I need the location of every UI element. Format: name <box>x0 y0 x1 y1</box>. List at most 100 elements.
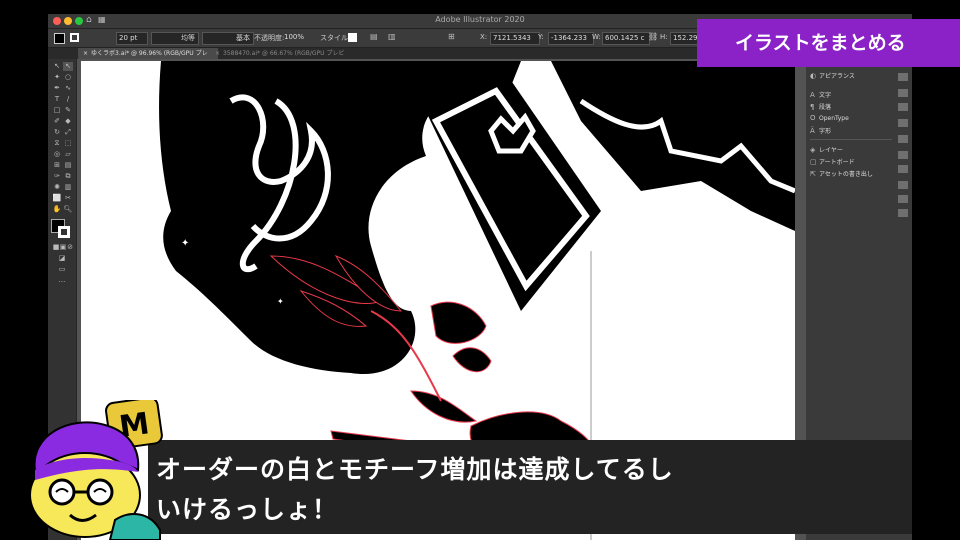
mascot-shoulder <box>108 513 161 540</box>
subtitle-box: オーダーの白とモチーフ増加は達成してるし いけるっしょ！ <box>148 440 912 534</box>
y-field[interactable]: -1364.233 <box>548 32 594 45</box>
edit-toolbar-icon[interactable]: ··· <box>57 278 67 287</box>
panel-artboards[interactable]: ▢ アートボード <box>810 157 855 166</box>
subtitle-line-1: オーダーの白とモチーフ増加は達成してるし <box>156 455 674 484</box>
swatches-icon[interactable] <box>898 73 908 81</box>
reference-point-icon[interactable]: ⊞ <box>448 32 455 41</box>
eyedropper-icon[interactable]: ✑ <box>52 172 62 181</box>
magic-wand-icon[interactable]: ✦ <box>52 73 62 82</box>
lasso-icon[interactable]: ○ <box>63 73 73 82</box>
appearance-icon: ◐ <box>810 72 817 80</box>
x-label: X: <box>480 33 488 41</box>
panel-asset-export[interactable]: ⇱ アセットの書き出し <box>810 169 873 178</box>
tab-document-1[interactable]: ×ゆくラボ3.ai* @ 96.96% (RGB/GPU プレビュー) <box>78 48 218 68</box>
y-label: Y: <box>538 33 544 41</box>
mascot-glasses-right <box>86 478 114 506</box>
panel-label: アートボード <box>819 159 855 166</box>
w-field[interactable]: 600.1425 c <box>602 32 650 45</box>
banner-text: イラストをまとめる <box>735 32 906 54</box>
shape-builder-icon[interactable]: ◎ <box>52 150 62 159</box>
pathfinder-icon[interactable] <box>898 165 908 173</box>
gradient-panel-icon[interactable] <box>898 195 908 203</box>
transform-panel-icon[interactable] <box>898 135 908 143</box>
panel-label: 字形 <box>819 128 832 135</box>
artboard-tool-icon[interactable]: ⬜ <box>52 194 62 203</box>
x-field[interactable]: 7121.5343 <box>490 32 540 45</box>
mesh-tool-icon[interactable]: ⊞ <box>52 161 62 170</box>
layers-icon: ◈ <box>810 146 816 154</box>
gradient-tool-icon[interactable]: ▤ <box>63 161 73 170</box>
panel-layers[interactable]: ◈ レイヤー <box>810 145 843 154</box>
link-icon[interactable]: ⛓ <box>648 32 658 41</box>
stroke-size-field[interactable]: 20 pt <box>116 32 148 45</box>
fill-swatch[interactable] <box>54 33 65 44</box>
opentype-icon: O <box>810 114 816 122</box>
rectangle-tool-icon[interactable]: □ <box>52 106 62 115</box>
glyphs-icon: Ä <box>810 127 815 135</box>
style-label: スタイル: <box>320 34 351 42</box>
sparkle-2: ✦ <box>277 297 284 306</box>
align-icon[interactable]: ▤ <box>370 32 378 41</box>
hand-tool-icon[interactable]: ✋ <box>52 205 62 214</box>
eraser-icon[interactable]: ◆ <box>63 117 73 126</box>
line-tool-icon[interactable]: / <box>63 95 73 104</box>
panel-label: レイヤー <box>819 147 843 154</box>
stroke-panel-icon[interactable] <box>898 181 908 189</box>
stroke-color-swatch[interactable] <box>58 226 70 238</box>
sparkle-1: ✦ <box>181 238 189 249</box>
shaper-tool-icon[interactable]: ✐ <box>52 117 62 126</box>
transform-icon[interactable]: ▥ <box>388 32 396 41</box>
slice-tool-icon[interactable]: ✂ <box>63 194 73 203</box>
panel-label: 文字 <box>819 92 832 99</box>
mascot-glasses-left <box>48 478 76 506</box>
panel-paragraph[interactable]: ¶ 段落 <box>810 102 831 111</box>
topic-banner: イラストをまとめる <box>697 19 960 67</box>
panel-opentype[interactable]: O OpenType <box>810 114 849 122</box>
curvature-tool-icon[interactable]: ∿ <box>63 84 73 93</box>
graphic-styles-icon[interactable] <box>898 119 908 127</box>
align-panel-icon[interactable] <box>898 151 908 159</box>
panel-divider <box>810 139 892 140</box>
free-transform-icon[interactable]: ⬚ <box>63 139 73 148</box>
panel-appearance[interactable]: ◐ アピアランス <box>810 71 855 80</box>
subtitle-line-2: いけるっしょ！ <box>156 495 339 524</box>
tab-close-icon[interactable]: × <box>83 50 88 57</box>
panel-glyphs[interactable]: Ä 字形 <box>810 126 831 135</box>
direct-selection-tool-icon[interactable]: ↖ <box>63 62 73 71</box>
brushes-icon[interactable] <box>898 89 908 97</box>
stroke-profile-select[interactable]: 均等 <box>151 32 199 45</box>
symbol-sprayer-icon[interactable]: ✺ <box>52 183 62 192</box>
panel-label: アピアランス <box>819 73 855 80</box>
tab-document-2[interactable]: ×3588470.ai* @ 66.67% (RGB/GPU プレビュー) <box>210 48 350 68</box>
paintbrush-icon[interactable]: ✎ <box>63 106 73 115</box>
w-label: W: <box>592 33 601 41</box>
pen-tool-icon[interactable]: ✒ <box>52 84 62 93</box>
stroke-swatch[interactable] <box>70 33 79 42</box>
eye-dot <box>428 218 434 224</box>
selection-tool-icon[interactable]: ↖ <box>52 62 62 71</box>
opacity-field[interactable]: 100% <box>282 32 306 43</box>
paragraph-icon: ¶ <box>810 103 815 111</box>
symbols-icon[interactable] <box>898 103 908 111</box>
type-tool-icon[interactable]: T <box>52 95 62 104</box>
scale-tool-icon[interactable]: ⤢ <box>63 128 73 137</box>
none-mode-icon[interactable]: ⊘ <box>65 243 75 252</box>
rotate-tool-icon[interactable]: ↻ <box>52 128 62 137</box>
graph-tool-icon[interactable]: ▥ <box>63 183 73 192</box>
stroke-profile-label: 均等 <box>181 34 195 42</box>
zoom-tool-icon[interactable]: 🔍︎ <box>63 205 73 214</box>
panel-character[interactable]: A 文字 <box>810 90 831 99</box>
width-tool-icon[interactable]: ⧖ <box>52 139 62 148</box>
tab-close-icon[interactable]: × <box>215 50 220 57</box>
artboards-icon: ▢ <box>810 158 817 166</box>
character-icon: A <box>810 91 815 99</box>
mascot-avatar: M <box>29 400 163 540</box>
transparency-panel-icon[interactable] <box>898 209 908 217</box>
perspective-grid-icon[interactable]: ▱ <box>63 150 73 159</box>
draw-mode-icon[interactable]: ◪ <box>57 254 67 263</box>
brush-select[interactable]: 基本 <box>202 32 254 45</box>
screen-mode-icon[interactable]: ▭ <box>57 265 67 274</box>
blend-tool-icon[interactable]: ⧉ <box>63 172 73 181</box>
brush-label: 基本 <box>236 34 250 42</box>
graphic-style-swatch[interactable] <box>348 33 357 42</box>
